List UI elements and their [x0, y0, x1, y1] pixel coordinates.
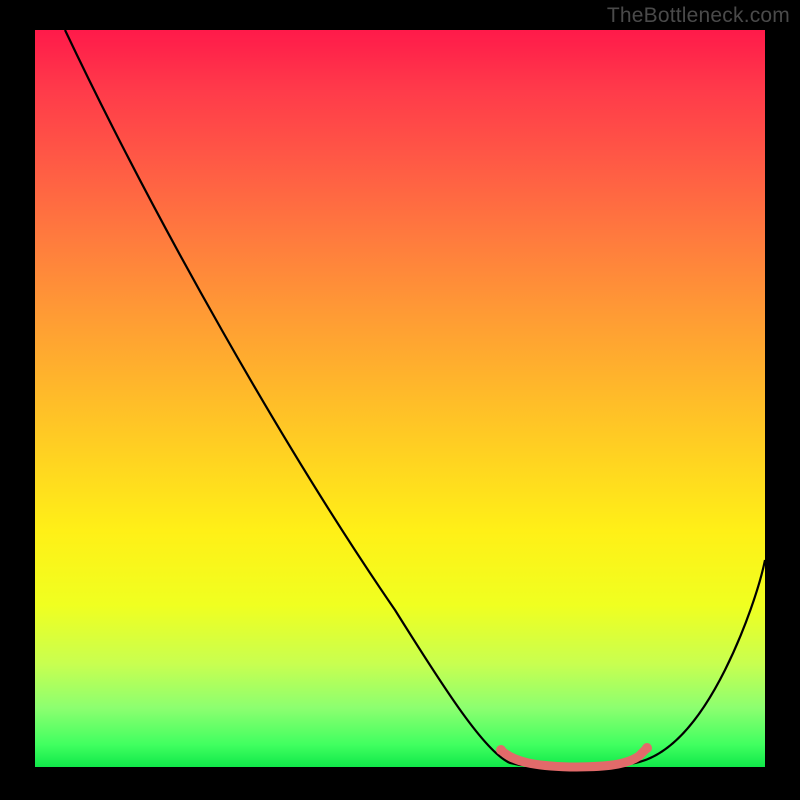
highlight-dot-right — [642, 743, 652, 753]
plot-area — [35, 30, 765, 767]
chart-frame: TheBottleneck.com — [0, 0, 800, 800]
watermark-text: TheBottleneck.com — [607, 4, 790, 28]
highlight-dot-left — [496, 745, 506, 755]
chart-svg — [35, 30, 765, 767]
main-curve — [65, 30, 765, 766]
highlight-segment — [501, 748, 647, 767]
